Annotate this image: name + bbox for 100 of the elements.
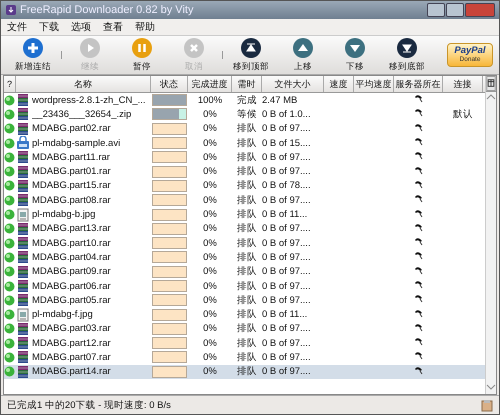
menu-item[interactable]: 文件: [7, 20, 27, 34]
column-header[interactable]: 速度: [324, 76, 354, 92]
status-icon: [4, 323, 15, 334]
progress-text: 0%: [202, 294, 218, 306]
size-text: 0 B of 97....: [262, 280, 312, 292]
table-row[interactable]: MDABG.part05.rar 0% 排队 0 B of 97....: [4, 293, 485, 308]
size-text: 0 B of 97....: [262, 238, 312, 249]
file-name: MDABG.part13.rar: [32, 223, 111, 234]
size-text: 2.47 MB: [262, 94, 298, 106]
time-text: 排队: [236, 136, 258, 150]
table-row[interactable]: MDABG.part03.rar 0% 排队 0 B of 97....: [4, 322, 485, 336]
file-name: MDABG.part03.rar: [32, 323, 111, 334]
table-row[interactable]: pl-mdabg-f.jpg 0% 排队 0 B of 11...: [4, 307, 485, 322]
size-text: 0 B of 97....: [262, 252, 312, 263]
table-row[interactable]: MDABG.part15.rar 0% 排队 0 B of 78....: [4, 178, 485, 194]
size-text: 0 B of 11...: [262, 209, 308, 220]
menu-item[interactable]: 选项: [71, 20, 91, 34]
add-button[interactable]: 新增连结: [7, 37, 59, 73]
column-header[interactable]: 状态: [151, 76, 188, 92]
table-row[interactable]: MDABG.part08.rar 0% 排队 0 B of 97....: [4, 193, 485, 208]
status-icon: [4, 309, 15, 320]
bottom-button[interactable]: 移到底部: [381, 37, 433, 73]
column-header[interactable]: 文件大小: [262, 76, 324, 92]
column-header[interactable]: 服务器所在: [394, 76, 443, 92]
progress-text: 0%: [202, 209, 218, 220]
scroll-up-icon[interactable]: [486, 92, 496, 102]
app-icon: [5, 4, 17, 16]
file-name: MDABG.part06.rar: [32, 280, 111, 292]
status-icon: [4, 238, 15, 249]
minimize-button[interactable]: [427, 3, 445, 17]
table-row[interactable]: MDABG.part09.rar 0% 排队 0 B of 97....: [4, 264, 485, 279]
table-row[interactable]: __23436___32654_.zip 0% 等候 0 B of 1.0... 默认: [4, 107, 485, 122]
status-icon: [4, 152, 15, 163]
time-text: 排队: [236, 265, 258, 278]
table-row[interactable]: MDABG.part06.rar 0% 排队 0 B of 97....: [4, 278, 485, 294]
time-text: 排队: [236, 280, 258, 292]
table-row[interactable]: MDABG.part14.rar 0% 排队 0 B of 97....: [4, 364, 485, 379]
file-name: pl-mdabg-b.jpg: [32, 209, 96, 220]
time-text: 等候: [236, 108, 258, 121]
move-bottom-icon: [396, 37, 418, 59]
table-row[interactable]: MDABG.part07.rar 0% 排队 0 B of 97....: [4, 350, 485, 365]
table-row[interactable]: pl-mdabg-sample.avi 0% 排队 0 B of 15....: [4, 136, 485, 150]
size-text: 0 B of 11...: [262, 309, 308, 320]
server-icon: [414, 308, 423, 318]
time-text: 排队: [236, 222, 258, 236]
pause-icon: [131, 37, 153, 59]
time-text: 排队: [236, 150, 258, 164]
scroll-down-icon[interactable]: [486, 382, 496, 392]
file-name: wordpress-2.8.1-zh_CN_...: [32, 94, 146, 106]
file-name: pl-mdabg-f.jpg: [32, 309, 93, 320]
table-row[interactable]: MDABG.part11.rar 0% 排队 0 B of 97....: [4, 150, 485, 164]
progress-text: 0%: [202, 323, 218, 334]
column-header[interactable]: 连接: [443, 76, 483, 92]
column-header[interactable]: 需时: [232, 76, 262, 92]
column-header[interactable]: 完成进度: [188, 76, 232, 92]
file-name: MDABG.part05.rar: [32, 294, 111, 306]
clipboard-icon[interactable]: [481, 398, 493, 412]
column-chooser-icon[interactable]: [486, 76, 496, 92]
status-icon: [4, 94, 15, 106]
column-header[interactable]: ?: [4, 76, 16, 92]
table-row[interactable]: MDABG.part01.rar 0% 排队 0 B of 97....: [4, 164, 485, 179]
server-icon: [414, 266, 423, 275]
time-text: 排队: [236, 336, 258, 350]
table-row[interactable]: MDABG.part13.rar 0% 排队 0 B of 97....: [4, 222, 485, 236]
pause-button[interactable]: 暂停: [116, 37, 168, 73]
status-icon: [4, 266, 15, 278]
status-icon: [4, 166, 15, 178]
progress-text: 0%: [202, 180, 218, 192]
progress-text: 0%: [202, 266, 218, 278]
progress-text: 0%: [202, 338, 218, 349]
file-name: MDABG.part14.rar: [32, 366, 111, 378]
move-top-icon: [240, 37, 262, 59]
menu-item[interactable]: 查看: [103, 20, 123, 34]
file-name: MDABG.part10.rar: [32, 238, 111, 249]
menu-item[interactable]: 帮助: [135, 20, 155, 34]
server-icon: [414, 337, 423, 346]
time-text: 排队: [236, 194, 258, 207]
table-row[interactable]: MDABG.part04.rar 0% 排队 0 B of 97....: [4, 250, 485, 265]
menu-item[interactable]: 下载: [39, 20, 59, 34]
column-header[interactable]: 名称: [16, 76, 151, 92]
top-button[interactable]: 移到顶部: [225, 37, 277, 73]
status-text: 已完成1 中的20下载 - 现时速度: 0 B/s: [7, 398, 172, 412]
up-button[interactable]: 上移: [277, 37, 329, 73]
down-button[interactable]: 下移: [329, 37, 381, 73]
column-header[interactable]: 平均速度: [354, 76, 394, 92]
table-row[interactable]: pl-mdabg-b.jpg 0% 排队 0 B of 11...: [4, 207, 485, 222]
table-row[interactable]: wordpress-2.8.1-zh_CN_... 100% 完成 2.47 MB: [4, 93, 485, 108]
progress-text: 0%: [202, 138, 218, 149]
progress-text: 0%: [202, 238, 218, 249]
status-icon: [4, 280, 15, 292]
table-row[interactable]: MDABG.part02.rar 0% 排队 0 B of 97....: [4, 122, 485, 136]
size-text: 0 B of 97....: [262, 223, 312, 234]
maximize-button[interactable]: [446, 3, 464, 17]
file-name: MDABG.part09.rar: [32, 266, 111, 278]
progress-text: 0%: [202, 366, 218, 378]
server-icon: [414, 137, 423, 146]
table-row[interactable]: MDABG.part12.rar 0% 排队 0 B of 97....: [4, 336, 485, 350]
table-row[interactable]: MDABG.part10.rar 0% 排队 0 B of 97....: [4, 236, 485, 250]
file-name: MDABG.part02.rar: [32, 123, 111, 134]
file-name: MDABG.part12.rar: [32, 338, 111, 349]
